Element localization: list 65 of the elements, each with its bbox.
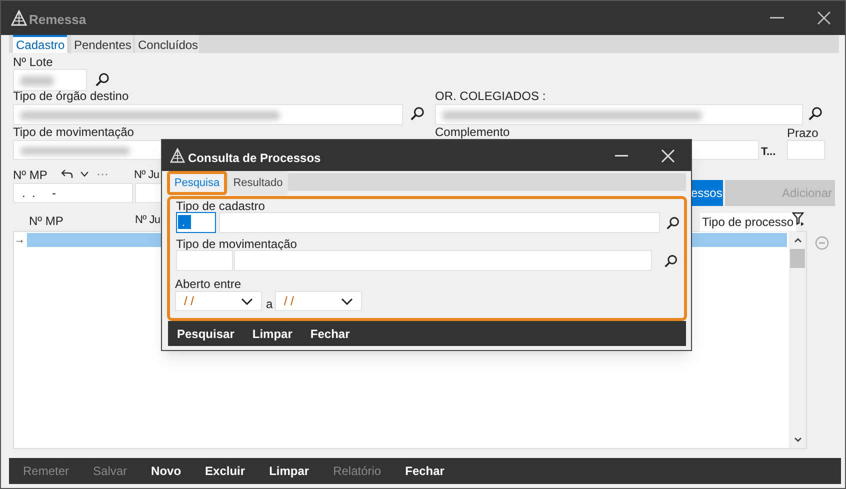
undo-icon[interactable] (61, 169, 73, 179)
action-button[interactable]: essos (691, 180, 723, 206)
field-label: Aberto entre (175, 278, 242, 291)
field-label: Nº Ju (134, 169, 160, 182)
input-field[interactable] (176, 250, 233, 271)
field-label: a (266, 296, 273, 313)
window-title: Remessa (29, 11, 86, 29)
column-header: Tipo de processo (699, 212, 797, 232)
field-label: Tipo de movimentação (13, 126, 134, 139)
tab[interactable]: Concluídos (135, 35, 199, 53)
logo-icon (11, 10, 27, 26)
minimize-icon[interactable] (770, 17, 784, 19)
field-label: Prazo (787, 127, 818, 140)
field-label: Tipo de cadastro (176, 200, 265, 213)
date-picker[interactable]: / / (175, 291, 262, 311)
input-field[interactable] (787, 140, 825, 160)
field-label: Complemento (435, 126, 510, 139)
tab[interactable]: Pesquisa (167, 171, 227, 195)
column-header: Nº Ju (135, 213, 160, 228)
input-field[interactable] (234, 250, 652, 271)
footer-button[interactable]: Limpar (269, 462, 310, 480)
scrollbar[interactable] (789, 232, 806, 448)
search-icon[interactable] (95, 72, 110, 87)
input-field[interactable] (13, 69, 87, 91)
column-header: Nº MP (29, 213, 64, 230)
scroll-up-icon[interactable] (794, 238, 802, 243)
more-icon[interactable] (97, 173, 108, 176)
chevron-down-icon (341, 298, 353, 304)
scroll-thumb[interactable] (790, 249, 805, 268)
chevron-down-icon (241, 298, 253, 304)
tab[interactable]: Resultado (228, 171, 288, 195)
input-field[interactable]: . . - (13, 183, 133, 203)
search-icon[interactable] (410, 106, 425, 121)
tab[interactable]: Pendentes (71, 35, 133, 53)
date-picker[interactable]: / / (275, 291, 362, 311)
field-label: T... (761, 145, 776, 160)
search-icon[interactable] (666, 216, 680, 230)
input-field[interactable] (13, 104, 403, 125)
search-icon[interactable] (664, 254, 678, 268)
search-icon[interactable] (808, 106, 823, 121)
field-label: Tipo de órgão destino (13, 90, 129, 103)
field-label: OR. COLEGIADOS : (435, 90, 546, 103)
minimize-icon[interactable] (615, 155, 628, 157)
close-icon[interactable] (817, 11, 831, 25)
tab[interactable]: Cadastro (13, 35, 67, 53)
footer-button[interactable]: Excluir (205, 462, 246, 480)
chevron-down-icon[interactable] (80, 171, 89, 177)
logo-icon (170, 148, 185, 163)
field-label: Nº MP (13, 169, 48, 182)
close-icon[interactable] (661, 149, 675, 163)
dialog-title: Consulta de Processos (188, 150, 321, 167)
field-label: Nº Lote (13, 56, 53, 69)
dialog-button[interactable]: Limpar (252, 324, 292, 342)
dialog-button[interactable]: Pesquisar (177, 324, 234, 342)
dialog-button[interactable]: Fechar (310, 324, 350, 342)
input-field[interactable]: . (176, 212, 216, 233)
input-field[interactable] (13, 140, 163, 160)
field-label: Tipo de movimentação (176, 238, 297, 251)
filter-icon[interactable] (792, 212, 805, 226)
input-field[interactable] (435, 104, 803, 125)
input-field[interactable] (219, 212, 660, 233)
footer-button[interactable]: Novo (151, 462, 182, 480)
scroll-down-icon[interactable] (794, 437, 802, 442)
row-marker: → (14, 233, 25, 248)
footer-button[interactable]: Fechar (405, 462, 444, 480)
